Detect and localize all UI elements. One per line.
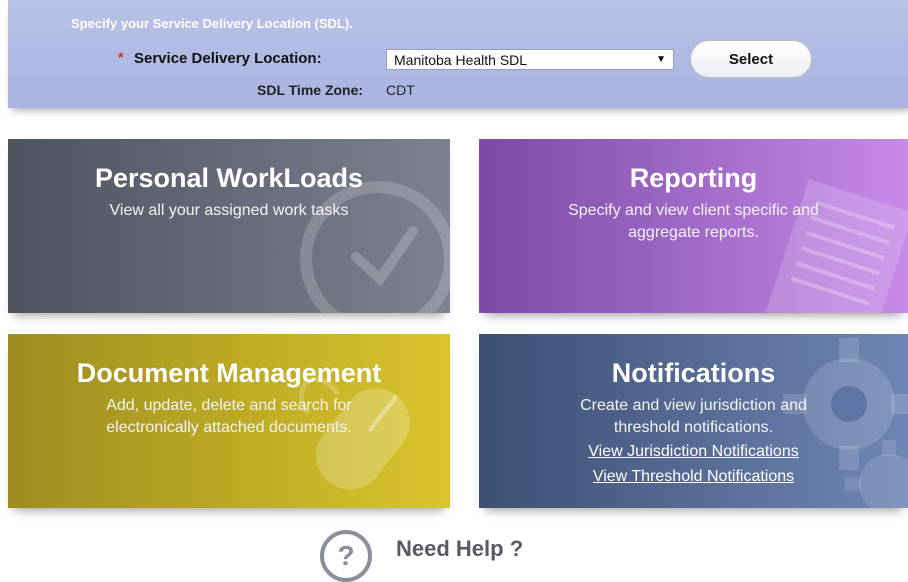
view-jurisdiction-notifications-link[interactable]: View Jurisdiction Notifications xyxy=(479,439,908,464)
tile-personal-workloads[interactable]: Personal WorkLoads View all your assigne… xyxy=(8,139,450,313)
sdl-panel: Specify your Service Delivery Location (… xyxy=(8,0,908,108)
tile-reporting-description-2: aggregate reports. xyxy=(628,224,759,241)
tile-document-management[interactable]: Document Management Add, update, delete … xyxy=(8,334,450,508)
tile-notifications-title: Notifications xyxy=(611,358,776,388)
tile-reporting[interactable]: Reporting Specify and view client specif… xyxy=(479,139,908,313)
dropdown-caret-icon: ▼ xyxy=(656,54,666,65)
sdl-location-select[interactable]: Manitoba Health SDL ▼ xyxy=(386,49,674,70)
sdl-heading: Specify your Service Delivery Location (… xyxy=(71,16,353,31)
tile-notifications-description-2: threshold notifications. xyxy=(613,419,774,436)
tile-docs-title: Document Management xyxy=(76,358,382,388)
select-button[interactable]: Select xyxy=(690,40,812,78)
tile-workloads-title: Personal WorkLoads xyxy=(94,163,364,193)
view-threshold-notifications-link[interactable]: View Threshold Notifications xyxy=(479,464,908,489)
sdl-location-value: Manitoba Health SDL xyxy=(394,52,528,68)
tile-docs-description-1: Add, update, delete and search for xyxy=(106,397,352,414)
need-help-section[interactable]: ? Need Help ? xyxy=(320,522,620,582)
timezone-value: CDT xyxy=(386,82,415,98)
tile-notifications[interactable]: Notifications Create and view jurisdicti… xyxy=(479,334,908,508)
sdl-location-label: Service Delivery Location: xyxy=(134,50,322,67)
need-help-title: Need Help ? xyxy=(396,536,524,561)
tile-notifications-description-1: Create and view jurisdiction and xyxy=(580,397,807,414)
help-icon: ? xyxy=(320,530,372,582)
tile-reporting-description-1: Specify and view client specific and xyxy=(568,202,819,219)
tile-reporting-title: Reporting xyxy=(629,163,758,193)
tile-workloads-description: View all your assigned work tasks xyxy=(109,202,349,219)
tile-docs-description-2: electronically attached documents. xyxy=(106,419,352,436)
timezone-label: SDL Time Zone: xyxy=(257,82,364,98)
required-marker: * xyxy=(118,49,124,65)
